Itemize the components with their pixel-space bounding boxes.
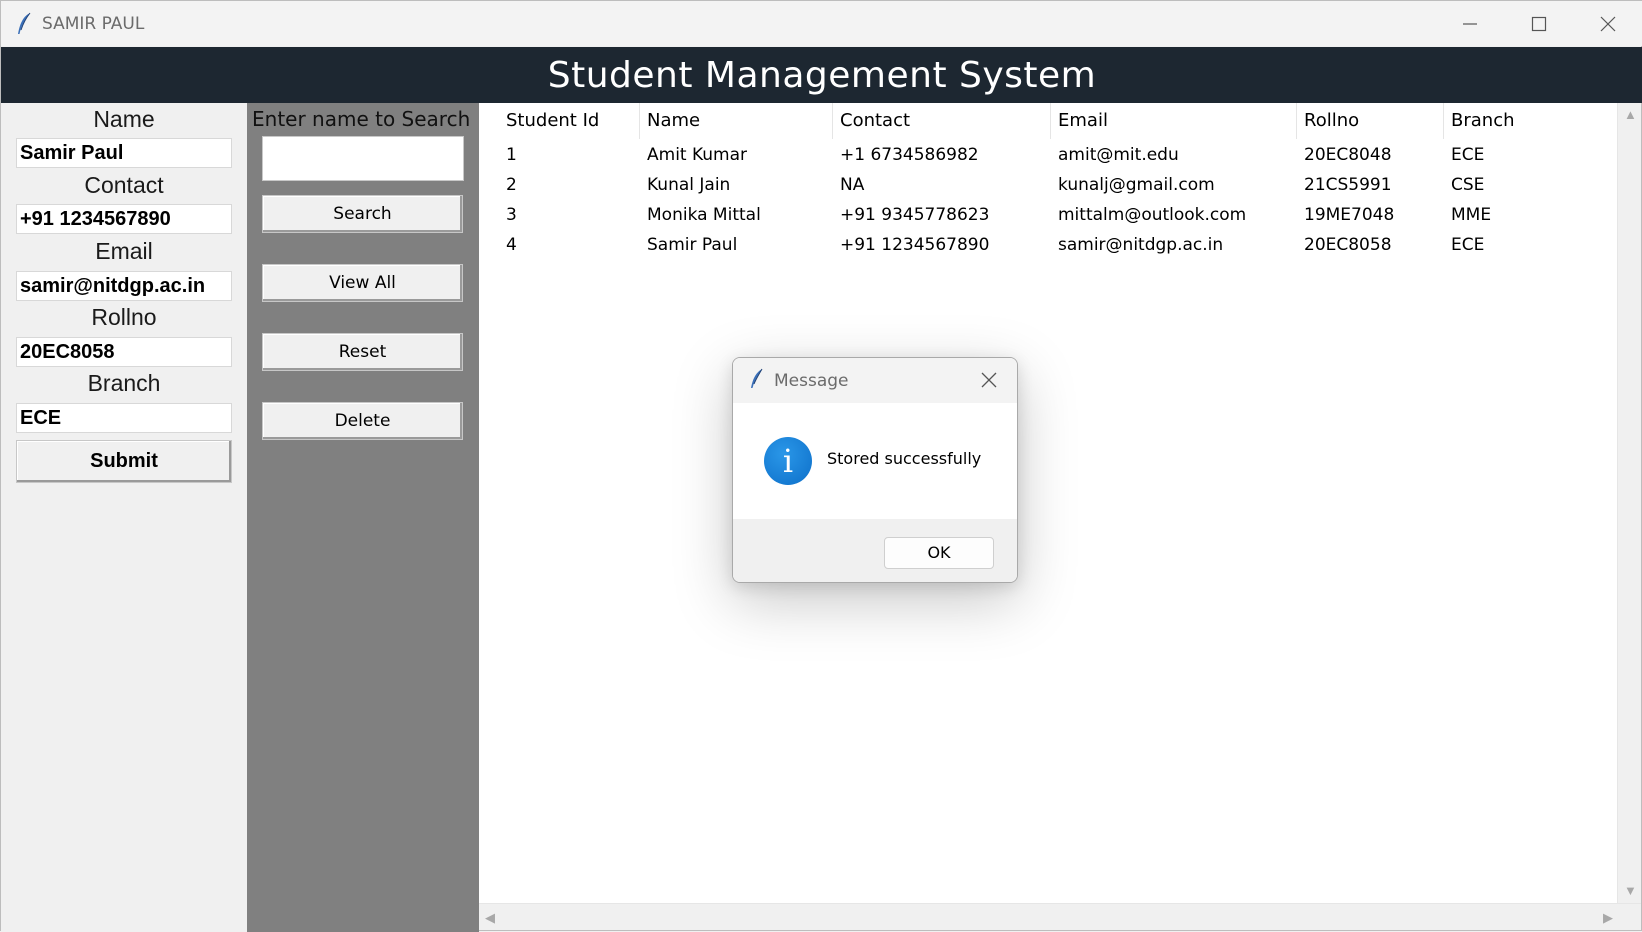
- cell-rollno: 19ME7048: [1304, 205, 1395, 225]
- maximize-icon: [1531, 16, 1547, 32]
- table-row[interactable]: 4 Samir Paul +91 1234567890 samir@nitdgp…: [499, 230, 1617, 260]
- minimize-button[interactable]: [1435, 1, 1505, 46]
- contact-label: Contact: [84, 172, 164, 198]
- cell-student-id: 4: [506, 235, 517, 255]
- branch-label: Branch: [87, 370, 161, 396]
- rollno-field[interactable]: 20EC8058: [16, 337, 232, 367]
- minimize-icon: [1462, 16, 1478, 32]
- scroll-right-icon[interactable]: ▶: [1603, 910, 1613, 926]
- student-form: Name Samir Paul Contact +91 1234567890 E…: [1, 103, 247, 932]
- close-icon: [1600, 16, 1616, 32]
- app-window: SAMIR PAUL Student Management System Nam…: [0, 0, 1642, 932]
- maximize-button[interactable]: [1504, 1, 1574, 46]
- scroll-down-icon[interactable]: ▼: [1624, 883, 1637, 898]
- search-input[interactable]: [262, 136, 464, 181]
- cell-branch: CSE: [1451, 175, 1485, 195]
- cell-email: mittalm@outlook.com: [1058, 205, 1247, 225]
- cell-student-id: 1: [506, 145, 517, 165]
- close-icon[interactable]: [979, 370, 999, 395]
- feather-icon: [15, 12, 33, 36]
- reset-button[interactable]: Reset: [262, 333, 463, 371]
- dialog-body: i Stored successfully: [733, 403, 1017, 519]
- close-button[interactable]: [1573, 1, 1642, 46]
- table-row[interactable]: 2 Kunal Jain NA kunalj@gmail.com 21CS599…: [499, 170, 1617, 200]
- dialog-title: Message: [774, 371, 849, 391]
- page-title: Student Management System: [547, 54, 1097, 96]
- column-header-branch[interactable]: Branch: [1444, 103, 1617, 139]
- delete-button[interactable]: Delete: [262, 402, 463, 440]
- feather-icon: [749, 368, 765, 395]
- cell-contact: +91 1234567890: [840, 235, 990, 255]
- student-table: Student Id Name Contact Email Rollno Bra…: [479, 103, 1617, 903]
- cell-student-id: 2: [506, 175, 517, 195]
- cell-branch: ECE: [1451, 145, 1485, 165]
- cell-branch: MME: [1451, 205, 1492, 225]
- cell-name: Monika Mittal: [647, 205, 761, 225]
- dialog-message: Stored successfully: [827, 449, 982, 468]
- column-header-student-id[interactable]: Student Id: [499, 103, 640, 139]
- dialog-title-bar: Message: [733, 358, 1017, 403]
- cell-student-id: 3: [506, 205, 517, 225]
- cell-email: samir@nitdgp.ac.in: [1058, 235, 1224, 255]
- name-field[interactable]: Samir Paul: [16, 138, 232, 168]
- cell-contact: NA: [840, 175, 865, 195]
- cell-contact: +91 9345778623: [840, 205, 990, 225]
- cell-rollno: 20EC8058: [1304, 235, 1392, 255]
- column-header-rollno[interactable]: Rollno: [1297, 103, 1444, 139]
- cell-rollno: 21CS5991: [1304, 175, 1392, 195]
- cell-name: Amit Kumar: [647, 145, 748, 165]
- cell-name: Samir Paul: [647, 235, 738, 255]
- search-button[interactable]: Search: [262, 195, 463, 233]
- email-field[interactable]: samir@nitdgp.ac.in: [16, 271, 232, 301]
- cell-name: Kunal Jain: [647, 175, 731, 195]
- search-panel: Enter name to Search Search View All Res…: [247, 103, 479, 932]
- cell-branch: ECE: [1451, 235, 1485, 255]
- cell-contact: +1 6734586982: [840, 145, 979, 165]
- scroll-left-icon[interactable]: ◀: [485, 910, 495, 926]
- submit-button[interactable]: Submit: [16, 440, 232, 483]
- cell-email: kunalj@gmail.com: [1058, 175, 1215, 195]
- cell-email: amit@mit.edu: [1058, 145, 1179, 165]
- contact-field[interactable]: +91 1234567890: [16, 204, 232, 234]
- header-banner: Student Management System: [1, 47, 1642, 103]
- message-dialog: Message i Stored successfully OK: [732, 357, 1018, 583]
- name-label: Name: [93, 106, 155, 132]
- vertical-scrollbar[interactable]: ▲ ▼: [1617, 103, 1641, 903]
- horizontal-scrollbar[interactable]: ◀ ▶: [479, 903, 1641, 930]
- ok-button[interactable]: OK: [884, 537, 994, 569]
- scroll-up-icon[interactable]: ▲: [1624, 107, 1637, 122]
- search-label: Enter name to Search: [252, 107, 471, 131]
- email-label: Email: [95, 238, 153, 264]
- column-header-contact[interactable]: Contact: [833, 103, 1051, 139]
- title-bar: SAMIR PAUL: [1, 1, 1642, 46]
- column-header-name[interactable]: Name: [640, 103, 833, 139]
- branch-field[interactable]: ECE: [16, 403, 232, 433]
- dialog-footer: OK: [733, 519, 1017, 582]
- column-header-email[interactable]: Email: [1051, 103, 1297, 139]
- window-title: SAMIR PAUL: [42, 14, 145, 34]
- table-header: Student Id Name Contact Email Rollno Bra…: [499, 103, 1617, 139]
- rollno-label: Rollno: [91, 304, 157, 330]
- view-all-button[interactable]: View All: [262, 264, 463, 302]
- table-row[interactable]: 1 Amit Kumar +1 6734586982 amit@mit.edu …: [499, 140, 1617, 170]
- info-icon: i: [764, 437, 812, 485]
- table-row[interactable]: 3 Monika Mittal +91 9345778623 mittalm@o…: [499, 200, 1617, 230]
- cell-rollno: 20EC8048: [1304, 145, 1392, 165]
